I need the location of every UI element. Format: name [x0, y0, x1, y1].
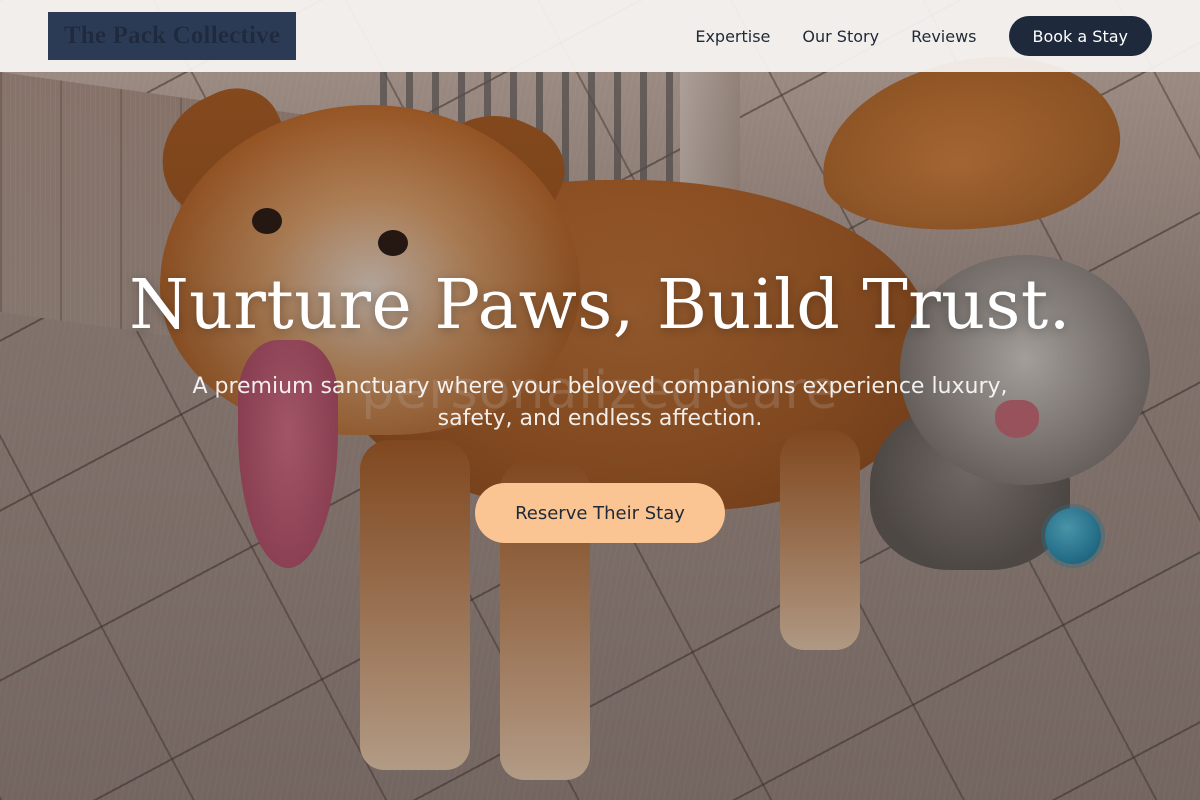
- site-header: The Pack Collective Expertise Our Story …: [0, 0, 1200, 72]
- hero-subtitle: A premium sanctuary where your beloved c…: [192, 374, 1008, 432]
- reserve-their-stay-button[interactable]: Reserve Their Stay: [475, 483, 725, 544]
- brand-logo[interactable]: The Pack Collective: [48, 12, 296, 60]
- hero-subtitle-wrap: personalized care A premium sanctuary wh…: [170, 365, 1030, 435]
- nav-link-our-story[interactable]: Our Story: [802, 27, 879, 46]
- hero-content: Nurture Paws, Build Trust. personalized …: [0, 266, 1200, 544]
- hero-title: Nurture Paws, Build Trust.: [129, 266, 1071, 345]
- book-a-stay-button[interactable]: Book a Stay: [1008, 16, 1152, 56]
- hero-section: Nurture Paws, Build Trust. personalized …: [0, 0, 1200, 800]
- nav-link-reviews[interactable]: Reviews: [911, 27, 976, 46]
- nav-link-expertise[interactable]: Expertise: [695, 27, 770, 46]
- main-nav: Expertise Our Story Reviews Book a Stay: [695, 16, 1152, 56]
